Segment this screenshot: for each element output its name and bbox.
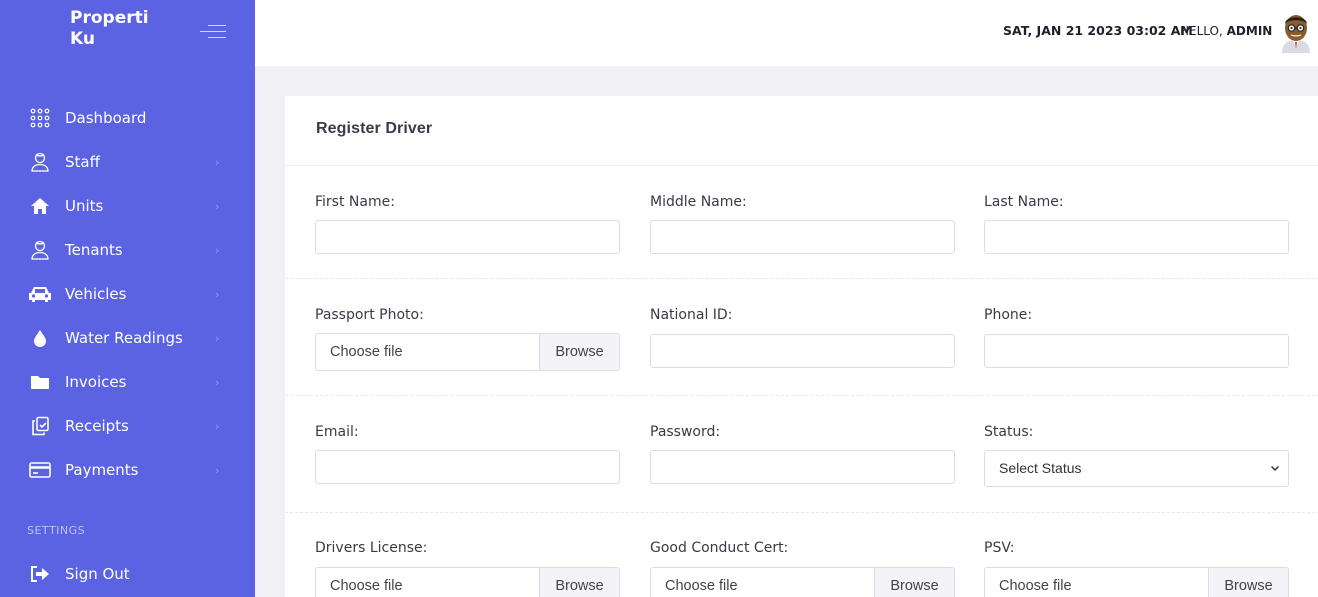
chevron-right-icon: › (215, 155, 220, 169)
first-name-label: First Name: (315, 194, 395, 210)
browse-button[interactable]: Browse (874, 568, 954, 597)
row-divider (285, 395, 1318, 396)
email-input[interactable] (315, 450, 620, 484)
row-divider (285, 278, 1318, 279)
greeting-text: HELLO, (1180, 24, 1223, 38)
avatar[interactable] (1279, 11, 1313, 53)
password-label: Password: (650, 424, 721, 440)
page-title: Register Driver (316, 120, 433, 137)
chevron-right-icon: › (215, 375, 220, 389)
passport-photo-file-input[interactable]: Choose file Browse (315, 333, 620, 371)
chevron-right-icon: › (215, 243, 220, 257)
water-drop-icon (28, 326, 52, 350)
psv-file-input[interactable]: Choose file Browse (984, 567, 1289, 597)
browse-button[interactable]: Browse (539, 334, 619, 370)
chevron-right-icon: › (215, 199, 220, 213)
last-name-label: Last Name: (984, 194, 1064, 210)
user-icon (28, 150, 52, 174)
chevron-down-icon (1270, 451, 1280, 501)
national-id-input[interactable] (650, 334, 955, 368)
greeting-username: ADMIN (1226, 24, 1273, 38)
header-greeting: HELLO, ADMIN (1180, 24, 1272, 38)
good-conduct-cert-label: Good Conduct Cert: (650, 540, 789, 556)
drivers-license-label: Drivers License: (315, 540, 428, 556)
sign-out-icon (28, 562, 52, 586)
row-divider (285, 512, 1318, 513)
menu-toggle-icon[interactable] (200, 24, 226, 40)
brand-line-2: Ku (70, 29, 95, 49)
sidebar-item-water-readings[interactable]: Water Readings › (0, 316, 255, 360)
sidebar-item-label: Staff (65, 153, 100, 171)
phone-label: Phone: (984, 307, 1033, 323)
folder-icon (28, 370, 52, 394)
sidebar-item-label: Dashboard (65, 109, 147, 127)
sidebar: Properti Ku Dashboard Staff › Units › Te… (0, 0, 255, 597)
good-conduct-cert-file-input[interactable]: Choose file Browse (650, 567, 955, 597)
middle-name-input[interactable] (650, 220, 955, 254)
passport-photo-label: Passport Photo: (315, 307, 424, 323)
home-icon (28, 194, 52, 218)
file-input-text: Choose file (330, 578, 403, 594)
header-datetime: SAT, JAN 21 2023 03:02 AM (1003, 23, 1193, 38)
chevron-right-icon: › (215, 419, 220, 433)
middle-name-label: Middle Name: (650, 194, 747, 210)
sidebar-item-label: Water Readings (65, 329, 183, 347)
dots-grid-icon (28, 106, 52, 130)
sidebar-item-tenants[interactable]: Tenants › (0, 228, 255, 272)
last-name-input[interactable] (984, 220, 1289, 254)
sidebar-item-label: Payments (65, 461, 139, 479)
status-select[interactable]: Select Status (984, 450, 1289, 487)
sidebar-item-label: Vehicles (65, 285, 127, 303)
sidebar-item-payments[interactable]: Payments › (0, 448, 255, 492)
sidebar-item-invoices[interactable]: Invoices › (0, 360, 255, 404)
sidebar-item-sign-out[interactable]: Sign Out (0, 552, 255, 596)
car-icon (28, 282, 52, 306)
psv-label: PSV: (984, 540, 1015, 556)
file-input-text: Choose file (330, 344, 403, 360)
sidebar-item-staff[interactable]: Staff › (0, 140, 255, 184)
sidebar-item-label: Sign Out (65, 565, 130, 583)
sidebar-item-label: Units (65, 197, 104, 215)
national-id-label: National ID: (650, 307, 733, 323)
browse-button[interactable]: Browse (539, 568, 619, 597)
first-name-input[interactable] (315, 220, 620, 254)
phone-input[interactable] (984, 334, 1289, 368)
sidebar-item-dashboard[interactable]: Dashboard (0, 96, 255, 140)
chevron-right-icon: › (215, 463, 220, 477)
status-selected-value: Select Status (999, 460, 1082, 476)
browse-button[interactable]: Browse (1208, 568, 1288, 597)
brand-logo[interactable]: Properti Ku (70, 8, 149, 50)
credit-card-icon (28, 458, 52, 482)
chevron-right-icon: › (215, 331, 220, 345)
register-driver-card: Register Driver First Name: Middle Name:… (285, 96, 1318, 597)
user-icon (28, 238, 52, 262)
chevron-right-icon: › (215, 287, 220, 301)
sidebar-item-label: Receipts (65, 417, 129, 435)
sidebar-item-label: Invoices (65, 373, 127, 391)
file-input-text: Choose file (665, 578, 738, 594)
file-input-text: Choose file (999, 578, 1072, 594)
settings-section-title: SETTINGS (27, 524, 86, 537)
card-divider (285, 165, 1318, 166)
sidebar-item-receipts[interactable]: Receipts › (0, 404, 255, 448)
sidebar-item-vehicles[interactable]: Vehicles › (0, 272, 255, 316)
brand-line-1: Properti (70, 8, 149, 28)
top-header: SAT, JAN 21 2023 03:02 AM HELLO, ADMIN (255, 0, 1318, 66)
sidebar-item-label: Tenants (65, 241, 123, 259)
copy-icon (28, 414, 52, 438)
sidebar-item-units[interactable]: Units › (0, 184, 255, 228)
password-input[interactable] (650, 450, 955, 484)
drivers-license-file-input[interactable]: Choose file Browse (315, 567, 620, 597)
status-label: Status: (984, 424, 1034, 440)
email-label: Email: (315, 424, 359, 440)
